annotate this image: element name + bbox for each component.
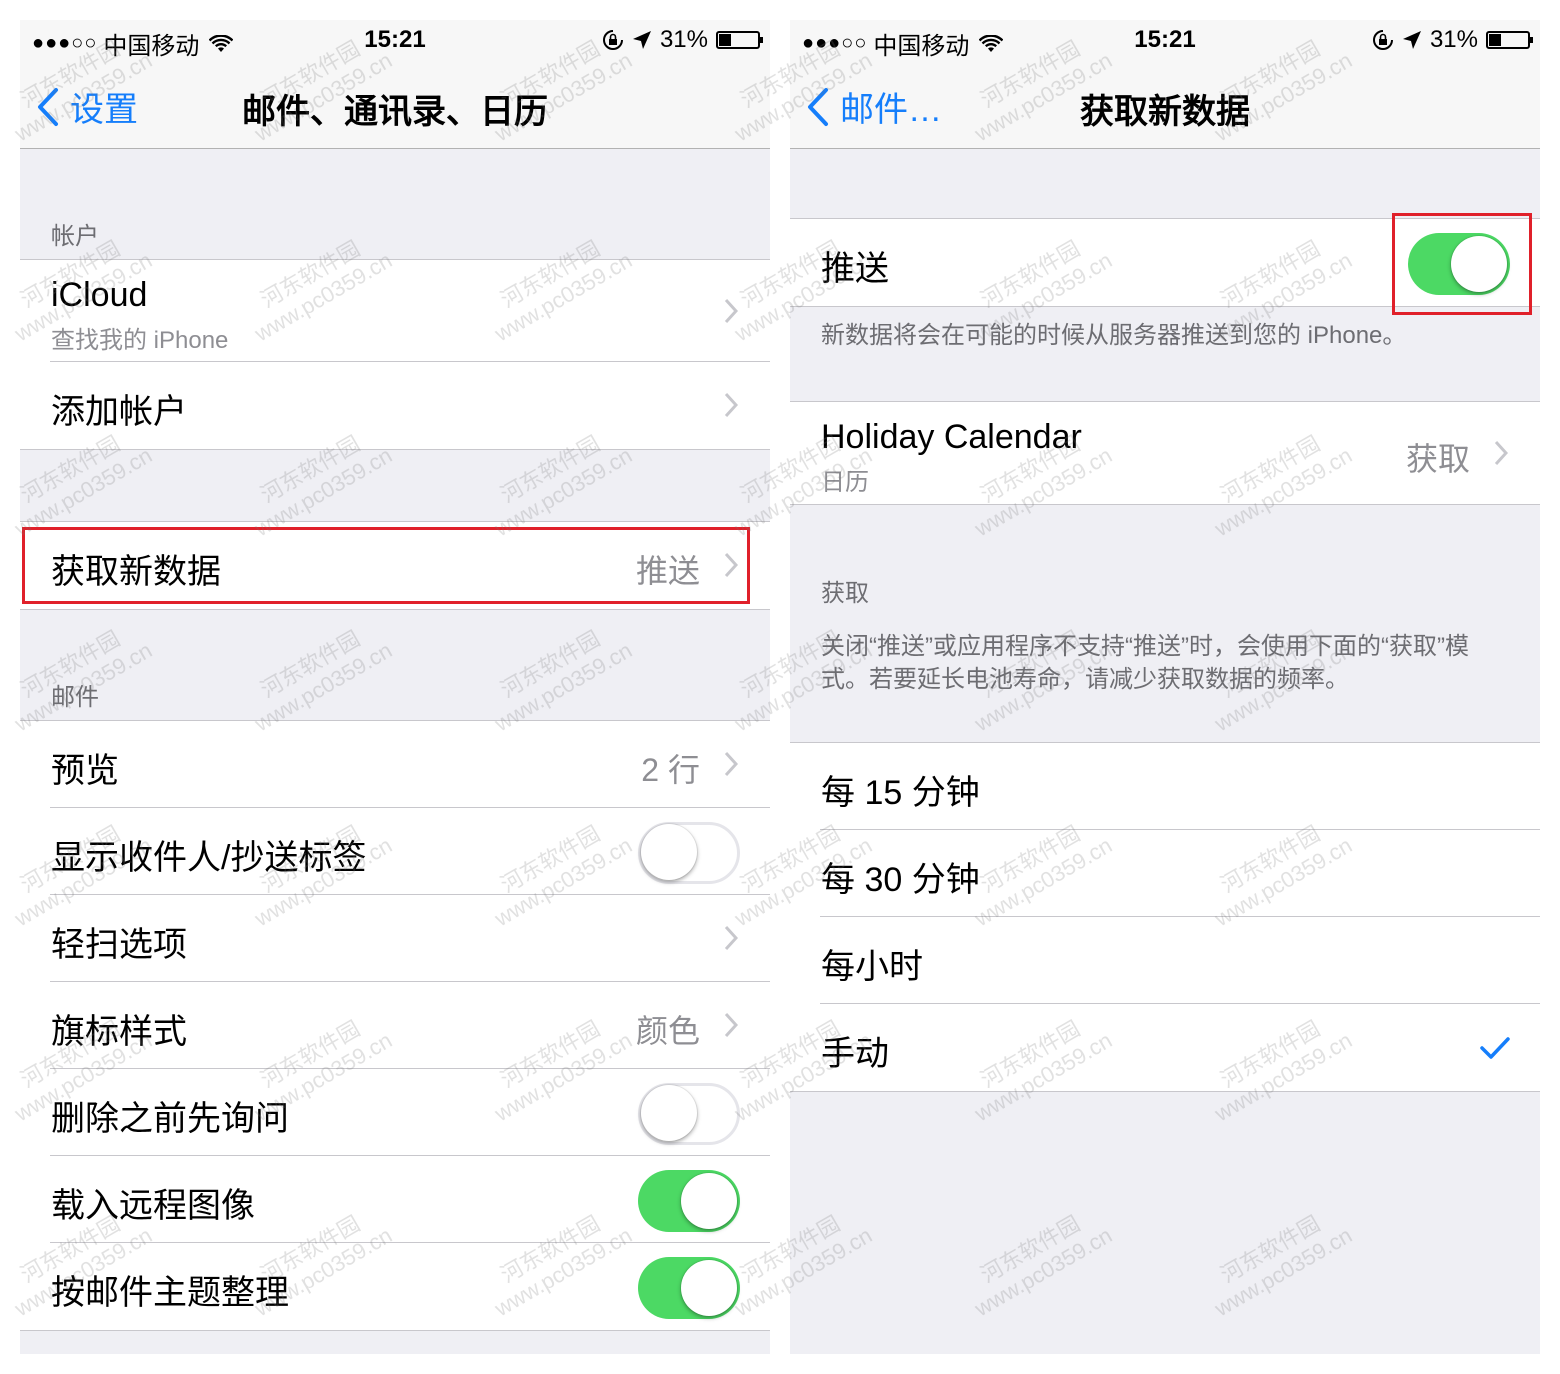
toggle-knob xyxy=(681,1260,737,1316)
fetch-new-data-value: 推送 xyxy=(635,553,700,589)
load-remote-images-toggle[interactable] xyxy=(638,1170,740,1232)
battery-level xyxy=(1489,34,1501,46)
chevron-right-icon xyxy=(724,392,738,418)
toggle-knob xyxy=(641,824,697,880)
preview-value: 2 行 xyxy=(641,752,700,788)
battery-percent: 31% xyxy=(659,26,708,53)
push-footer-text: 新数据将会在可能的时候从服务器推送到您的 iPhone。 xyxy=(821,322,1407,349)
add-account-label: 添加帐户 xyxy=(51,393,187,431)
holiday-calendar-label: Holiday Calendar xyxy=(821,418,1082,456)
flag-style-row[interactable]: 旗标样式 颜色 xyxy=(20,982,770,1069)
calendar-group: Holiday Calendar 日历 获取 xyxy=(790,401,1540,505)
page-title: 获取新数据 xyxy=(1080,93,1250,131)
toggle-knob xyxy=(641,1085,697,1141)
organize-by-thread-toggle[interactable] xyxy=(638,1257,740,1319)
fetch-option-label: 每 15 分钟 xyxy=(821,774,980,812)
holiday-calendar-value: 获取 xyxy=(1405,441,1470,477)
location-arrow-icon xyxy=(632,31,651,49)
show-to-cc-row: 显示收件人/抄送标签 xyxy=(20,808,770,895)
fetch-option-row[interactable]: 每 15 分钟 xyxy=(790,743,1540,830)
fetch-new-data-screen: ●●●○○ 中国移动 15:21 31% 邮件… 获取新数据 推送 新数据将会在… xyxy=(790,20,1540,1354)
fetch-new-data-row[interactable]: 获取新数据 推送 xyxy=(20,522,770,609)
preview-label: 预览 xyxy=(51,752,119,790)
accounts-section-header: 帐户 xyxy=(51,223,99,250)
fetch-option-label: 每小时 xyxy=(821,948,923,986)
fetch-options-group: 每 15 分钟 每 30 分钟 每小时 手动 xyxy=(790,742,1540,1092)
icloud-label: iCloud xyxy=(51,276,148,314)
battery-level xyxy=(719,34,731,46)
chevron-right-icon xyxy=(724,925,738,951)
mail-group: 预览 2 行 显示收件人/抄送标签 轻扫选项 旗标样式 颜色 删除之前先询问 载… xyxy=(20,720,770,1331)
mail-settings-screen: ●●●○○ 中国移动 15:21 31% 设置 邮件、通讯录、日历 帐户 iCl… xyxy=(20,20,770,1354)
flag-style-value: 颜色 xyxy=(635,1013,700,1049)
fetch-section-header: 获取 xyxy=(821,580,869,607)
mail-section-header: 邮件 xyxy=(51,684,99,711)
push-group: 推送 xyxy=(790,218,1540,307)
organize-by-thread-label: 按邮件主题整理 xyxy=(51,1274,289,1312)
show-to-cc-toggle[interactable] xyxy=(638,822,740,884)
push-toggle[interactable] xyxy=(1408,233,1510,295)
rotation-lock-icon xyxy=(602,30,623,50)
ask-before-delete-label: 删除之前先询问 xyxy=(51,1100,289,1138)
holiday-calendar-row[interactable]: Holiday Calendar 日历 获取 xyxy=(790,402,1540,504)
status-bar: ●●●○○ 中国移动 15:21 31% xyxy=(20,20,770,60)
checkmark-icon xyxy=(1480,1037,1510,1059)
add-account-row[interactable]: 添加帐户 xyxy=(20,362,770,449)
push-label: 推送 xyxy=(821,250,889,288)
fetch-new-data-label: 获取新数据 xyxy=(51,553,221,591)
swipe-options-row[interactable]: 轻扫选项 xyxy=(20,895,770,982)
ask-before-delete-row: 删除之前先询问 xyxy=(20,1069,770,1156)
fetch-option-row[interactable]: 每 30 分钟 xyxy=(790,830,1540,917)
holiday-calendar-sublabel: 日历 xyxy=(821,469,869,496)
navigation-bar: 设置 邮件、通讯录、日历 xyxy=(20,60,770,149)
chevron-right-icon xyxy=(1494,440,1508,466)
icloud-sublabel: 查找我的 iPhone xyxy=(51,327,229,354)
toggle-knob xyxy=(1451,236,1507,292)
fetch-group: 获取新数据 推送 xyxy=(20,521,770,610)
accounts-group: iCloud 查找我的 iPhone 添加帐户 xyxy=(20,259,770,450)
organize-by-thread-row: 按邮件主题整理 xyxy=(20,1243,770,1330)
toggle-knob xyxy=(681,1173,737,1229)
chevron-right-icon xyxy=(724,751,738,777)
status-bar: ●●●○○ 中国移动 15:21 31% xyxy=(790,20,1540,60)
location-arrow-icon xyxy=(1402,31,1421,49)
chevron-right-icon xyxy=(724,552,738,578)
rotation-lock-icon xyxy=(1372,30,1393,50)
preview-row[interactable]: 预览 2 行 xyxy=(20,721,770,808)
show-to-cc-label: 显示收件人/抄送标签 xyxy=(51,839,367,877)
load-remote-images-row: 载入远程图像 xyxy=(20,1156,770,1243)
fetch-description: 关闭“推送”或应用程序不支持“推送”时，会使用下面的“获取”模式。若要延长电池寿… xyxy=(821,633,1469,693)
fetch-option-row[interactable]: 手动 xyxy=(790,1004,1540,1091)
load-remote-images-label: 载入远程图像 xyxy=(51,1187,255,1225)
fetch-option-label: 每 30 分钟 xyxy=(821,861,980,899)
page-title: 邮件、通讯录、日历 xyxy=(242,93,548,131)
fetch-option-label: 手动 xyxy=(821,1035,889,1073)
push-row: 推送 xyxy=(790,219,1540,306)
fetch-option-row[interactable]: 每小时 xyxy=(790,917,1540,1004)
chevron-right-icon xyxy=(724,298,738,324)
navigation-bar: 邮件… 获取新数据 xyxy=(790,60,1540,149)
flag-style-label: 旗标样式 xyxy=(51,1013,187,1051)
chevron-right-icon xyxy=(724,1012,738,1038)
battery-percent: 31% xyxy=(1429,26,1478,53)
battery-icon xyxy=(716,31,763,49)
icloud-account-row[interactable]: iCloud 查找我的 iPhone xyxy=(20,260,770,362)
battery-icon xyxy=(1486,31,1533,49)
swipe-options-label: 轻扫选项 xyxy=(51,926,187,964)
ask-before-delete-toggle[interactable] xyxy=(638,1083,740,1145)
